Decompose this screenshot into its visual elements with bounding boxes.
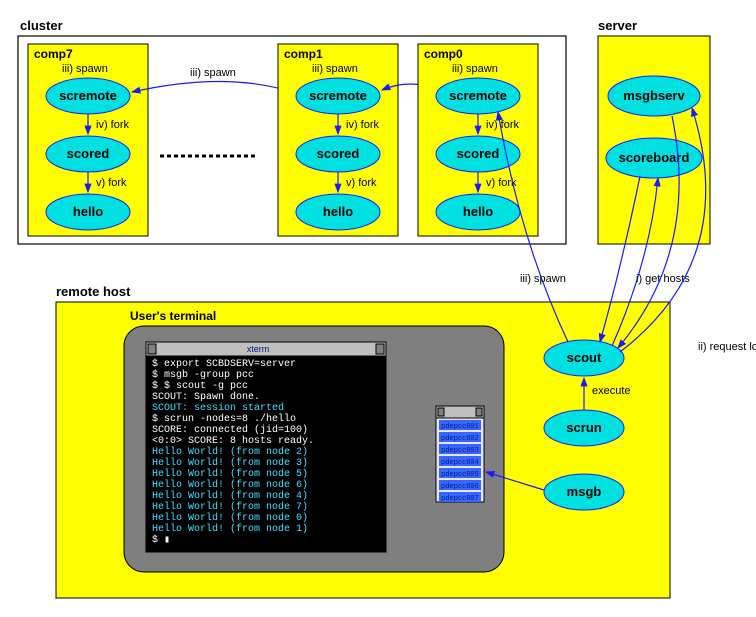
remote-host-label: remote host [56,284,131,299]
term-line-14: Hello World! (from node 0) [152,512,308,524]
svg-text:pdepcc003: pdepcc003 [441,447,479,455]
term-line-12: Hello World! (from node 4) [152,490,308,502]
comp0-title: comp0 [424,47,463,61]
msgb-palette[interactable]: pdepcc001 pdepcc002 pdepcc003 pdepcc004 … [436,406,484,503]
user-terminal-label: User's terminal [130,309,216,323]
terminal-title: xterm [247,344,270,354]
svg-text:scremote: scremote [59,88,117,103]
svg-text:iv) fork: iv) fork [486,119,520,131]
svg-text:pdepcc004: pdepcc004 [441,459,479,467]
diagram-root: cluster comp7 iii) spawn scremote iv) fo… [0,0,756,617]
term-line-2: $ $ scout -g pcc [152,380,248,392]
svg-text:pdepcc001: pdepcc001 [441,423,479,431]
svg-text:msgbserv: msgbserv [623,88,685,103]
svg-text:scored: scored [457,146,500,161]
term-line-10: Hello World! (from node 5) [152,468,308,480]
terminal-sysmenu-icon[interactable] [148,344,156,354]
svg-text:hello: hello [73,204,103,219]
svg-text:msgb: msgb [567,484,602,499]
term-line-15: Hello World! (from node 1) [152,523,308,535]
svg-text:pdepcc005: pdepcc005 [441,471,479,479]
svg-text:scrun: scrun [566,420,601,435]
term-line-3: SCOUT: Spawn done. [152,391,260,403]
request-lock-label: ii) request lock [698,341,756,353]
term-line-6: SCORE: connected (jid=100) [152,424,308,436]
term-line-0: $ export SCBDSERV=server [152,358,296,370]
term-line-16: $ ▮ [152,534,170,546]
term-line-9: Hello World! (from node 3) [152,457,308,469]
term-line-4: SCOUT: session started [152,402,284,414]
server-label: server [598,18,637,33]
svg-text:scremote: scremote [309,88,367,103]
spawn-label-mid: iii) spawn [190,67,236,79]
cluster-label: cluster [20,18,63,33]
term-line-11: Hello World! (from node 6) [152,479,308,491]
comp1-box: comp1 iii) spawn scremote iv) fork score… [278,44,398,236]
svg-text:scremote: scremote [449,88,507,103]
spawn-label-c0: iii) spawn [452,63,498,75]
arrow-spawn-c1-c7 [132,81,298,94]
svg-text:iv) fork: iv) fork [96,119,130,131]
term-line-1: $ msgb -group pcc [152,369,254,381]
svg-text:hello: hello [463,204,493,219]
comp7-title: comp7 [34,47,73,61]
svg-text:pdepcc002: pdepcc002 [441,435,479,443]
svg-text:iv) fork: iv) fork [346,119,380,131]
execute-label: execute [592,385,631,397]
spawn-label-c7: iii) spawn [62,63,108,75]
svg-text:hello: hello [323,204,353,219]
comp0-box: comp0 iii) spawn scremote iv) fork score… [418,44,538,236]
svg-text:scored: scored [67,146,110,161]
svg-text:pdepcc007: pdepcc007 [441,495,479,503]
term-line-13: Hello World! (from node 7) [152,501,308,513]
comp1-title: comp1 [284,47,323,61]
svg-text:scout: scout [567,350,602,365]
comp7-box: comp7 iii) spawn scremote iv) fork score… [28,44,148,236]
svg-text:v) fork: v) fork [346,177,377,189]
svg-text:v) fork: v) fork [96,177,127,189]
term-line-7: <0:0> SCORE: 8 hosts ready. [152,435,314,447]
svg-text:scored: scored [317,146,360,161]
terminal-max-icon[interactable] [376,344,384,354]
term-line-8: Hello World! (from node 2) [152,446,308,458]
term-line-5: $ scrun -nodes=8 ./hello [152,413,296,425]
spawn-label-scout: iii) spawn [520,273,566,285]
svg-text:pdepcc006: pdepcc006 [441,483,479,491]
spawn-label-c1: iii) spawn [312,63,358,75]
